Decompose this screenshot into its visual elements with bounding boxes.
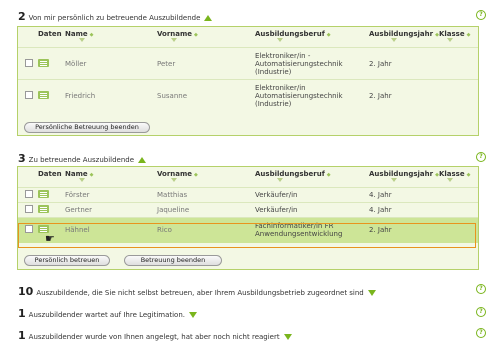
section-title-legitimation: 1 Auszubildender wartet auf Ihre Legitima… bbox=[18, 307, 198, 320]
count: 3 bbox=[18, 152, 26, 165]
cell-name: Förster bbox=[65, 187, 157, 203]
section-label: Von mir persönlich zu betreuende Auszubi… bbox=[28, 14, 201, 22]
end-personal-support-button[interactable]: Persönliche Betreuung beenden bbox=[24, 122, 150, 133]
cell-jahr: 2. Jahr bbox=[369, 217, 439, 243]
section-title-company: 10 Auszubildende, die Sie nicht selbst be… bbox=[18, 285, 376, 298]
table-row[interactable]: Friedrich Susanne Elektroniker/in Automa… bbox=[18, 79, 478, 112]
table-row[interactable]: Förster Matthias Verkäufer/in 4. Jahr bbox=[18, 187, 478, 203]
cell-vorname: Jaqueline bbox=[157, 202, 255, 218]
hand-cursor-icon: ☛ bbox=[45, 232, 55, 245]
record-icon[interactable] bbox=[38, 58, 49, 67]
expand-icon[interactable] bbox=[189, 312, 198, 318]
col-daten[interactable]: Daten bbox=[38, 27, 65, 48]
cell-jahr: 4. Jahr bbox=[369, 187, 439, 203]
cell-jahr: 2. Jahr bbox=[369, 47, 439, 80]
col-beruf[interactable]: Ausbildungsberuf ◆ bbox=[255, 27, 369, 48]
section-label: Zu betreuende Auszubildende bbox=[28, 156, 135, 164]
collapse-icon[interactable] bbox=[138, 157, 147, 163]
table-row-selected[interactable]: Hähnel Rico Fachinformatiker/in FR Anwen… bbox=[18, 217, 478, 243]
support-personally-button[interactable]: Persönlich betreuen bbox=[24, 255, 110, 266]
col-beruf[interactable]: Ausbildungsberuf ◆ bbox=[255, 167, 369, 188]
col-klasse[interactable]: Klasse ◆ bbox=[439, 167, 478, 188]
cell-beruf: Elektroniker/in Automatisierungstechnik … bbox=[255, 79, 369, 112]
personal-trainees-panel: Daten Name ◆ Vorname ◆ Ausbildungsberuf ◆ A… bbox=[17, 26, 479, 136]
count: 1 bbox=[18, 307, 26, 320]
cell-beruf: Verkäufer/in bbox=[255, 187, 369, 203]
expand-icon[interactable] bbox=[283, 334, 292, 340]
row-checkbox[interactable] bbox=[25, 58, 33, 67]
count: 10 bbox=[18, 285, 34, 298]
section-title-pending: 1 Auszubildender wurde von Ihnen angelegt… bbox=[18, 329, 292, 342]
cell-name: Möller bbox=[65, 47, 157, 80]
record-icon[interactable] bbox=[38, 205, 49, 213]
section-label: Auszubildender wartet auf Ihre Legitimat… bbox=[28, 311, 186, 319]
col-daten[interactable]: Daten bbox=[38, 167, 65, 188]
count: 1 bbox=[18, 329, 26, 342]
col-name[interactable]: Name ◆ bbox=[65, 167, 157, 188]
section-label: Auszubildender wurde von Ihnen angelegt,… bbox=[28, 333, 280, 341]
personal-trainees-table: Daten Name ◆ Vorname ◆ Ausbildungsberuf ◆ A… bbox=[18, 27, 478, 112]
expand-icon[interactable] bbox=[367, 290, 376, 296]
row-checkbox[interactable] bbox=[25, 190, 33, 198]
cell-vorname: Peter bbox=[157, 47, 255, 80]
section-label: Auszubildende, die Sie nicht selbst betr… bbox=[36, 289, 364, 297]
cell-vorname: Rico bbox=[157, 217, 255, 243]
col-jahr[interactable]: Ausbildungsjahr ◆ bbox=[369, 167, 439, 188]
cell-beruf: Elektroniker/in - Automatisierungstechni… bbox=[255, 47, 369, 80]
help-icon[interactable]: ? bbox=[476, 284, 486, 294]
record-icon[interactable] bbox=[38, 190, 49, 198]
cell-vorname: Susanne bbox=[157, 79, 255, 112]
cell-jahr: 4. Jahr bbox=[369, 202, 439, 218]
end-support-button[interactable]: Betreuung beenden bbox=[124, 255, 222, 266]
col-name[interactable]: Name ◆ bbox=[65, 27, 157, 48]
trainees-to-support-table: Daten Name ◆ Vorname ◆ Ausbildungsberuf ◆ A… bbox=[18, 167, 478, 243]
cell-jahr: 2. Jahr bbox=[369, 79, 439, 112]
col-jahr[interactable]: Ausbildungsjahr ◆ bbox=[369, 27, 439, 48]
row-checkbox[interactable] bbox=[25, 90, 33, 99]
cell-name: Friedrich bbox=[65, 79, 157, 112]
help-icon[interactable]: ? bbox=[476, 307, 486, 317]
cell-vorname: Matthias bbox=[157, 187, 255, 203]
count: 2 bbox=[18, 10, 26, 23]
cell-name: Hähnel bbox=[65, 217, 157, 243]
collapse-icon[interactable] bbox=[204, 15, 213, 21]
table-row[interactable]: Gertner Jaqueline Verkäufer/in 4. Jahr bbox=[18, 202, 478, 218]
section-title-to-support: 3 Zu betreuende Auszubildende bbox=[18, 152, 147, 165]
row-checkbox[interactable] bbox=[25, 205, 33, 213]
cell-beruf: Verkäufer/in bbox=[255, 202, 369, 218]
help-icon[interactable]: ? bbox=[476, 328, 486, 338]
table-row[interactable]: Möller Peter Elektroniker/in - Automatis… bbox=[18, 47, 478, 80]
section-title-personal: 2 Von mir persönlich zu betreuende Auszub… bbox=[18, 10, 213, 23]
record-icon[interactable] bbox=[38, 90, 49, 99]
cell-beruf: Fachinformatiker/in FR Anwendungsentwick… bbox=[255, 217, 369, 243]
cell-name: Gertner bbox=[65, 202, 157, 218]
col-klasse[interactable]: Klasse ◆ bbox=[439, 27, 478, 48]
row-checkbox[interactable] bbox=[25, 225, 33, 234]
col-vorname[interactable]: Vorname ◆ bbox=[157, 27, 255, 48]
table-header: Daten Name ◆ Vorname ◆ Ausbildungsberuf ◆ A… bbox=[18, 27, 478, 48]
help-icon[interactable]: ? bbox=[476, 152, 486, 162]
col-vorname[interactable]: Vorname ◆ bbox=[157, 167, 255, 188]
help-icon[interactable]: ? bbox=[476, 10, 486, 20]
table-header: Daten Name ◆ Vorname ◆ Ausbildungsberuf ◆ A… bbox=[18, 167, 478, 188]
